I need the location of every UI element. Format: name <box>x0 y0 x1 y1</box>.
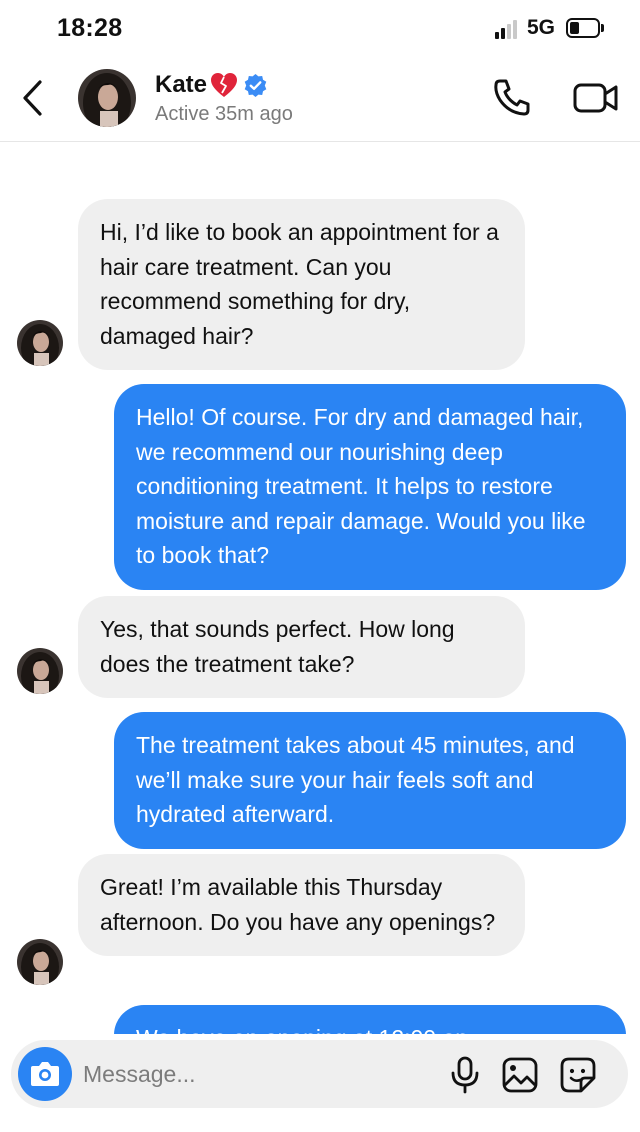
gallery-button[interactable] <box>501 1056 539 1094</box>
signal-bar <box>513 20 517 39</box>
message-input[interactable] <box>83 1054 423 1094</box>
status-time: 18:28 <box>57 14 123 42</box>
voice-call-button[interactable] <box>490 76 534 120</box>
video-camera-icon <box>573 83 618 113</box>
voice-message-button[interactable] <box>448 1056 482 1094</box>
battery-icon <box>566 18 600 38</box>
signal-bar <box>495 32 499 39</box>
message-bubble[interactable]: Hello! Of course. For dry and damaged ha… <box>114 384 626 590</box>
camera-icon <box>31 1062 59 1086</box>
signal-bar <box>507 24 511 39</box>
message-bubble[interactable]: Hi, I’d like to book an appointment for … <box>78 199 525 370</box>
chat-header: Kate Active 35m ago <box>0 58 640 142</box>
contact-name-row[interactable]: Kate <box>155 70 268 100</box>
microphone-icon <box>451 1056 479 1094</box>
verified-badge-icon <box>243 73 268 98</box>
message-composer <box>11 1040 628 1108</box>
message-list[interactable]: Hi, I’d like to book an appointment for … <box>0 142 640 1034</box>
contact-name: Kate <box>155 71 208 98</box>
status-bar: 18:28 5G <box>0 0 640 58</box>
sticker-button[interactable] <box>559 1056 597 1094</box>
sticker-icon <box>560 1057 596 1093</box>
signal-icon <box>495 19 519 39</box>
camera-button[interactable] <box>18 1047 72 1101</box>
network-type: 5G <box>527 16 556 39</box>
message-bubble[interactable]: We have an opening at 12:00 on <box>114 1005 626 1034</box>
chat-screen: 18:28 5G Kate Active 35m ago Hi, I’d lik… <box>0 0 640 1132</box>
contact-avatar[interactable] <box>78 69 136 127</box>
signal-bar <box>501 28 505 39</box>
message-bubble[interactable]: Great! I’m available this Thursday after… <box>78 854 525 956</box>
sender-avatar <box>17 320 63 366</box>
sender-avatar <box>17 939 63 985</box>
gallery-icon <box>502 1057 538 1093</box>
message-bubble[interactable]: Yes, that sounds perfect. How long does … <box>78 596 525 698</box>
sender-avatar <box>17 648 63 694</box>
back-button[interactable] <box>14 76 54 120</box>
video-call-button[interactable] <box>572 76 620 120</box>
back-icon <box>23 80 42 116</box>
contact-status: Active 35m ago <box>155 103 293 125</box>
phone-icon <box>494 79 530 116</box>
message-bubble[interactable]: The treatment takes about 45 minutes, an… <box>114 712 626 849</box>
battery-level <box>570 22 579 34</box>
broken-heart-icon <box>209 71 239 99</box>
battery-tip <box>601 24 604 32</box>
